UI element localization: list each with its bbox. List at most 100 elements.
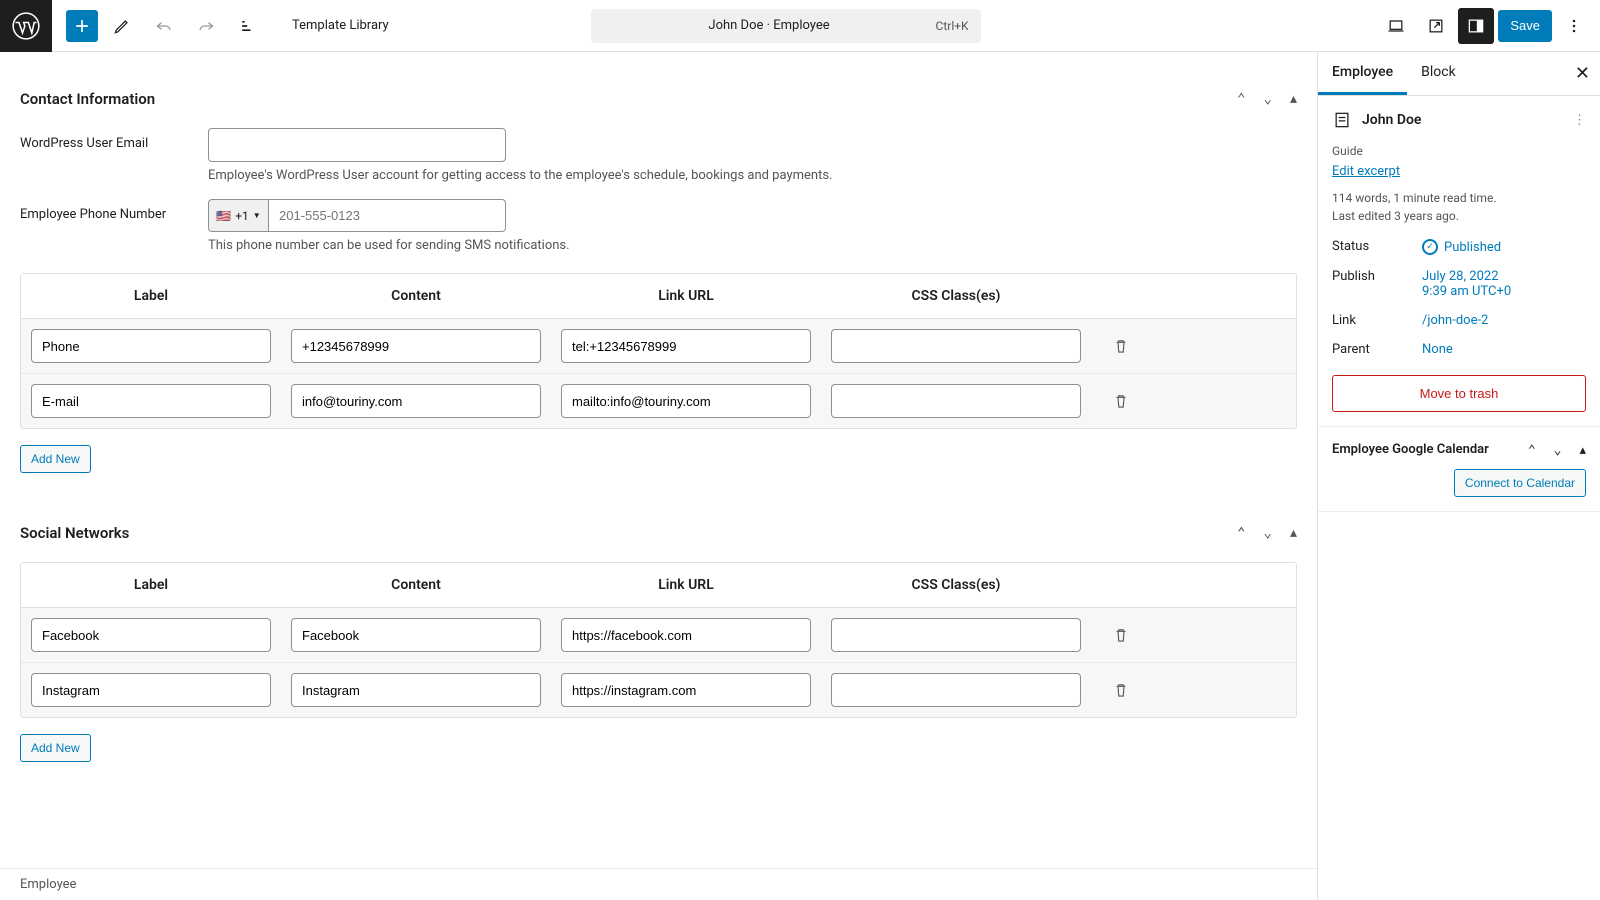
redo-icon bbox=[196, 16, 216, 36]
contact-heading: Contact Information bbox=[20, 90, 1237, 108]
publish-value[interactable]: July 28, 2022 9:39 am UTC+0 bbox=[1422, 269, 1586, 299]
wp-email-label: WordPress User Email bbox=[20, 128, 208, 151]
save-button[interactable]: Save bbox=[1498, 10, 1552, 42]
trash-icon bbox=[1112, 626, 1130, 644]
th-url: Link URL bbox=[551, 288, 821, 304]
flag-icon: 🇺🇸 bbox=[216, 209, 231, 223]
wp-email-help: Employee's WordPress User account for ge… bbox=[208, 168, 1297, 183]
table-row bbox=[21, 608, 1296, 663]
laptop-icon bbox=[1386, 16, 1406, 36]
delete-row-button[interactable] bbox=[1091, 681, 1151, 699]
redo-button[interactable] bbox=[188, 8, 224, 44]
row-url-input[interactable] bbox=[561, 618, 811, 652]
parent-value[interactable]: None bbox=[1422, 342, 1586, 357]
row-css-input[interactable] bbox=[831, 329, 1081, 363]
th-label: Label bbox=[21, 288, 281, 304]
add-block-button[interactable] bbox=[66, 10, 98, 42]
title-shortcut: Ctrl+K bbox=[936, 19, 969, 33]
row-url-input[interactable] bbox=[561, 329, 811, 363]
social-add-new-button[interactable]: Add New bbox=[20, 734, 91, 762]
move-down-icon[interactable]: ⌄ bbox=[1554, 443, 1562, 458]
last-edited: Last edited 3 years ago. bbox=[1332, 207, 1586, 225]
document-overview-button[interactable] bbox=[230, 8, 266, 44]
move-to-trash-button[interactable]: Move to trash bbox=[1332, 375, 1586, 412]
collapse-icon[interactable]: ▴ bbox=[1290, 525, 1297, 541]
row-css-input[interactable] bbox=[831, 618, 1081, 652]
th-content: Content bbox=[281, 577, 551, 593]
wp-logo-button[interactable] bbox=[0, 0, 52, 52]
row-content-input[interactable] bbox=[291, 384, 541, 418]
link-label: Link bbox=[1332, 313, 1422, 328]
move-up-icon[interactable]: ⌃ bbox=[1237, 91, 1245, 107]
row-css-input[interactable] bbox=[831, 384, 1081, 418]
th-css: CSS Class(es) bbox=[821, 288, 1091, 304]
options-button[interactable] bbox=[1556, 8, 1592, 44]
move-up-icon[interactable]: ⌃ bbox=[1237, 525, 1245, 541]
delete-row-button[interactable] bbox=[1091, 626, 1151, 644]
list-icon bbox=[238, 16, 258, 36]
permalink-value[interactable]: /john-doe-2 bbox=[1422, 313, 1586, 328]
row-label-input[interactable] bbox=[31, 329, 271, 363]
kebab-icon bbox=[1564, 16, 1584, 36]
pencil-icon bbox=[112, 16, 132, 36]
status-value[interactable]: Published bbox=[1422, 239, 1586, 255]
close-sidebar-button[interactable]: ✕ bbox=[1575, 63, 1590, 84]
plus-icon bbox=[72, 16, 92, 36]
template-library-link[interactable]: Template Library bbox=[292, 18, 389, 33]
sidebar-toggle-button[interactable] bbox=[1458, 8, 1494, 44]
phone-label: Employee Phone Number bbox=[20, 199, 208, 222]
table-row bbox=[21, 663, 1296, 717]
move-down-icon[interactable]: ⌄ bbox=[1264, 525, 1272, 541]
tab-block[interactable]: Block bbox=[1407, 52, 1470, 95]
edit-excerpt-link[interactable]: Edit excerpt bbox=[1332, 164, 1586, 179]
row-label-input[interactable] bbox=[31, 673, 271, 707]
word-count: 114 words, 1 minute read time. bbox=[1332, 189, 1586, 207]
wp-email-input[interactable] bbox=[208, 128, 506, 162]
table-row bbox=[21, 374, 1296, 428]
phone-country-selector[interactable]: 🇺🇸 +1 ▼ bbox=[208, 199, 268, 232]
row-url-input[interactable] bbox=[561, 384, 811, 418]
edit-mode-button[interactable] bbox=[104, 8, 140, 44]
preview-button[interactable] bbox=[1418, 8, 1454, 44]
document-title-text: John Doe · Employee bbox=[603, 18, 936, 33]
row-content-input[interactable] bbox=[291, 618, 541, 652]
move-down-icon[interactable]: ⌄ bbox=[1264, 91, 1272, 107]
check-circle-icon bbox=[1422, 239, 1438, 255]
trash-icon bbox=[1112, 337, 1130, 355]
delete-row-button[interactable] bbox=[1091, 392, 1151, 410]
th-css: CSS Class(es) bbox=[821, 577, 1091, 593]
contact-add-new-button[interactable]: Add New bbox=[20, 445, 91, 473]
collapse-icon[interactable]: ▴ bbox=[1290, 91, 1297, 107]
table-row bbox=[21, 319, 1296, 374]
breadcrumb[interactable]: Employee bbox=[0, 868, 1317, 900]
move-up-icon[interactable]: ⌃ bbox=[1528, 443, 1536, 458]
phone-input[interactable] bbox=[268, 199, 506, 232]
tab-employee[interactable]: Employee bbox=[1318, 52, 1407, 95]
contact-section: Contact Information ⌃ ⌄ ▴ WordPress User… bbox=[0, 52, 1317, 484]
wordpress-icon bbox=[12, 12, 40, 40]
collapse-icon[interactable]: ▴ bbox=[1579, 443, 1586, 458]
row-content-input[interactable] bbox=[291, 673, 541, 707]
view-button[interactable] bbox=[1378, 8, 1414, 44]
row-label-input[interactable] bbox=[31, 384, 271, 418]
th-label: Label bbox=[21, 577, 281, 593]
row-css-input[interactable] bbox=[831, 673, 1081, 707]
settings-sidebar: Employee Block ✕ John Doe ⋮ Guide Edit e… bbox=[1317, 52, 1600, 900]
sidebar-icon bbox=[1466, 16, 1486, 36]
delete-row-button[interactable] bbox=[1091, 337, 1151, 355]
top-toolbar: Template Library John Doe · Employee Ctr… bbox=[0, 0, 1600, 52]
editor-canvas: Contact Information ⌃ ⌄ ▴ WordPress User… bbox=[0, 52, 1317, 900]
connect-calendar-button[interactable]: Connect to Calendar bbox=[1454, 469, 1586, 497]
doc-more-button[interactable]: ⋮ bbox=[1573, 113, 1586, 128]
doc-title: John Doe bbox=[1362, 112, 1563, 128]
document-title-bar[interactable]: John Doe · Employee Ctrl+K bbox=[591, 9, 981, 43]
row-url-input[interactable] bbox=[561, 673, 811, 707]
phone-prefix: +1 bbox=[235, 209, 249, 223]
page-icon bbox=[1332, 110, 1352, 130]
undo-button[interactable] bbox=[146, 8, 182, 44]
row-label-input[interactable] bbox=[31, 618, 271, 652]
chevron-down-icon: ▼ bbox=[253, 211, 261, 220]
row-content-input[interactable] bbox=[291, 329, 541, 363]
phone-help: This phone number can be used for sendin… bbox=[208, 238, 1297, 253]
social-section: Social Networks ⌃ ⌄ ▴ Label Content Link… bbox=[0, 504, 1317, 773]
